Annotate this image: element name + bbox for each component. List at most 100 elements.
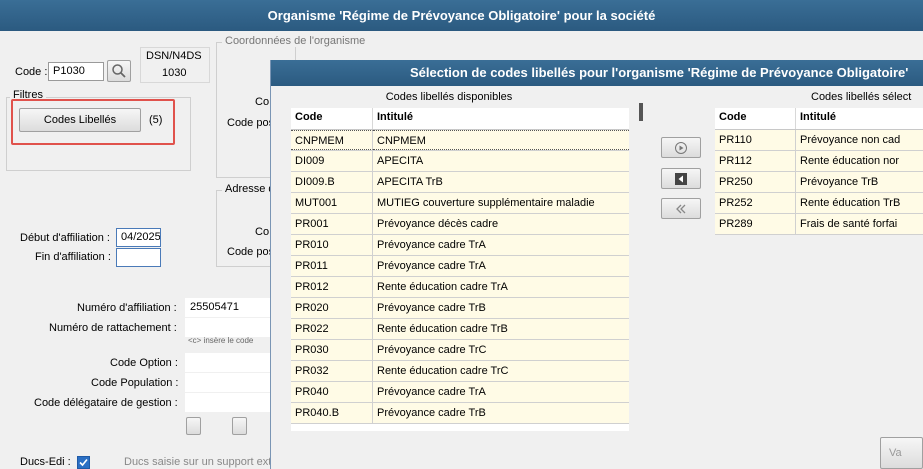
cell-code: PR112 bbox=[715, 151, 796, 171]
table-row[interactable]: PR032 Rente éducation cadre TrC bbox=[291, 361, 629, 382]
cell-intitule: Prévoyance cadre TrA bbox=[377, 260, 486, 272]
table-row[interactable]: PR011 Prévoyance cadre TrA bbox=[291, 256, 629, 277]
validate-button[interactable]: Va bbox=[880, 437, 923, 469]
table-row[interactable]: PR110 Prévoyance non cad bbox=[715, 130, 923, 151]
numero-affiliation-label: Numéro d'affiliation : bbox=[77, 302, 177, 314]
cell-intitule: Prévoyance non cad bbox=[800, 134, 901, 146]
code-population-label: Code Population : bbox=[91, 377, 179, 389]
table-row[interactable]: PR010 Prévoyance cadre TrA bbox=[291, 235, 629, 256]
available-list[interactable]: Code Intitulé CNPMEM CNPMEM DI009 APECITA DI… bbox=[291, 108, 629, 431]
cell-intitule: CNPMEM bbox=[373, 130, 629, 150]
cell-intitule: Rente éducation TrB bbox=[800, 197, 901, 209]
available-col-code[interactable]: Code bbox=[291, 108, 373, 129]
cell-code: PR022 bbox=[291, 319, 373, 339]
play-circle-icon bbox=[675, 141, 687, 154]
search-icon bbox=[112, 64, 126, 78]
code-delegataire-field[interactable] bbox=[185, 393, 270, 412]
table-row[interactable]: PR030 Prévoyance cadre TrC bbox=[291, 340, 629, 361]
window-title-bar: Organisme 'Régime de Prévoyance Obligato… bbox=[0, 0, 923, 31]
selected-col-code[interactable]: Code bbox=[715, 108, 796, 129]
table-row[interactable]: DI009.B APECITA TrB bbox=[291, 172, 629, 193]
debut-label: Début d'affiliation : bbox=[20, 232, 110, 244]
search-button[interactable] bbox=[107, 60, 131, 82]
ducs-hint: Ducs saisie sur un support ext bbox=[124, 456, 272, 468]
cell-intitule: Prévoyance TrB bbox=[800, 176, 879, 188]
arrow-left-icon bbox=[675, 172, 687, 185]
code-label: Code : bbox=[15, 66, 48, 78]
cell-code: PR011 bbox=[291, 256, 373, 276]
cell-code: PR252 bbox=[715, 193, 796, 213]
adresse-label-2: Code pos bbox=[227, 246, 275, 258]
ducs-label: Ducs-Edi : bbox=[20, 456, 71, 468]
small-button-1[interactable] bbox=[186, 417, 201, 435]
coords-group-title: Coordonnées de l'organisme bbox=[222, 35, 369, 47]
ducs-checkbox[interactable] bbox=[77, 456, 90, 469]
cell-code: PR040 bbox=[291, 382, 373, 402]
table-row[interactable]: PR112 Rente éducation nor bbox=[715, 151, 923, 172]
cell-intitule: Rente éducation nor bbox=[800, 155, 900, 167]
code-option-label: Code Option : bbox=[110, 357, 178, 369]
cell-intitule: APECITA TrB bbox=[377, 176, 443, 188]
dialog-title: Sélection de codes libellés pour l'organ… bbox=[410, 65, 909, 80]
cell-code: DI009 bbox=[291, 151, 373, 171]
table-row[interactable]: PR012 Rente éducation cadre TrA bbox=[291, 277, 629, 298]
cell-intitule: Rente éducation cadre TrB bbox=[377, 323, 508, 335]
selection-dialog: Sélection de codes libellés pour l'organ… bbox=[270, 60, 923, 469]
coords-label-1: Co bbox=[255, 96, 270, 108]
table-row[interactable]: PR289 Frais de santé forfai bbox=[715, 214, 923, 235]
selected-rows: PR110 Prévoyance non cad PR112 Rente éducat… bbox=[715, 130, 923, 235]
cell-code: PR020 bbox=[291, 298, 373, 318]
cell-intitule: APECITA bbox=[377, 155, 424, 167]
cell-code: PR001 bbox=[291, 214, 373, 234]
code-field[interactable]: P1030 bbox=[48, 62, 104, 81]
selected-header: Code Intitulé bbox=[715, 108, 923, 130]
cell-code: CNPMEM bbox=[291, 130, 373, 150]
cell-code: PR289 bbox=[715, 214, 796, 234]
selected-col-intitule[interactable]: Intitulé bbox=[796, 108, 923, 129]
numero-affiliation-field[interactable]: 25505471 bbox=[185, 298, 270, 317]
table-row[interactable]: PR252 Rente éducation TrB bbox=[715, 193, 923, 214]
dialog-title-bar: Sélection de codes libellés pour l'organ… bbox=[271, 60, 923, 86]
table-row[interactable]: PR020 Prévoyance cadre TrB bbox=[291, 298, 629, 319]
fin-field[interactable] bbox=[116, 248, 161, 267]
numero-rattachement-field[interactable] bbox=[185, 318, 270, 337]
adresse-label-1: Co bbox=[255, 226, 270, 238]
coords-label-2: Code pos bbox=[227, 117, 275, 129]
debut-field[interactable]: 04/2025 bbox=[116, 228, 161, 247]
table-row[interactable]: PR040.B Prévoyance cadre TrB bbox=[291, 403, 629, 424]
small-button-2[interactable] bbox=[232, 417, 247, 435]
table-row[interactable]: MUT001 MUTIEG couverture supplémentaire m… bbox=[291, 193, 629, 214]
fin-label: Fin d'affiliation : bbox=[35, 251, 111, 263]
cell-intitule: MUTIEG couverture supplémentaire maladie bbox=[377, 197, 595, 209]
selected-list[interactable]: Code Intitulé PR110 Prévoyance non cad PR1… bbox=[715, 108, 923, 238]
numero-rattachement-label: Numéro de rattachement : bbox=[49, 322, 177, 334]
available-col-intitule[interactable]: Intitulé bbox=[373, 108, 629, 129]
cell-intitule: Prévoyance cadre TrA bbox=[377, 386, 486, 398]
cell-intitule: Rente éducation cadre TrC bbox=[377, 365, 509, 377]
codes-libelles-button[interactable]: Codes Libellés bbox=[19, 108, 141, 132]
cell-code: PR040.B bbox=[291, 403, 373, 423]
numero-rattachement-hint: <c> insère le code bbox=[188, 336, 254, 345]
cell-intitule: Prévoyance cadre TrA bbox=[377, 239, 486, 251]
dsn-box bbox=[140, 47, 210, 83]
cell-code: DI009.B bbox=[291, 172, 373, 192]
code-population-field[interactable] bbox=[185, 373, 270, 392]
cell-code: PR110 bbox=[715, 130, 796, 150]
available-scrollbar-thumb[interactable] bbox=[639, 103, 643, 121]
codes-libelles-count: (5) bbox=[149, 114, 163, 126]
selected-caption: Codes libellés sélect bbox=[811, 91, 912, 103]
table-row[interactable]: PR250 Prévoyance TrB bbox=[715, 172, 923, 193]
cell-intitule: Frais de santé forfai bbox=[800, 218, 898, 230]
add-button[interactable] bbox=[661, 137, 701, 158]
remove-button[interactable] bbox=[661, 168, 701, 189]
table-row[interactable]: CNPMEM CNPMEM bbox=[291, 130, 629, 151]
remove-all-button[interactable] bbox=[661, 198, 701, 219]
cell-intitule: Prévoyance cadre TrC bbox=[377, 344, 487, 356]
table-row[interactable]: PR001 Prévoyance décès cadre bbox=[291, 214, 629, 235]
table-row[interactable]: PR040 Prévoyance cadre TrA bbox=[291, 382, 629, 403]
cell-code: PR012 bbox=[291, 277, 373, 297]
code-option-field[interactable] bbox=[185, 353, 270, 372]
cell-code: PR010 bbox=[291, 235, 373, 255]
table-row[interactable]: PR022 Rente éducation cadre TrB bbox=[291, 319, 629, 340]
table-row[interactable]: DI009 APECITA bbox=[291, 151, 629, 172]
